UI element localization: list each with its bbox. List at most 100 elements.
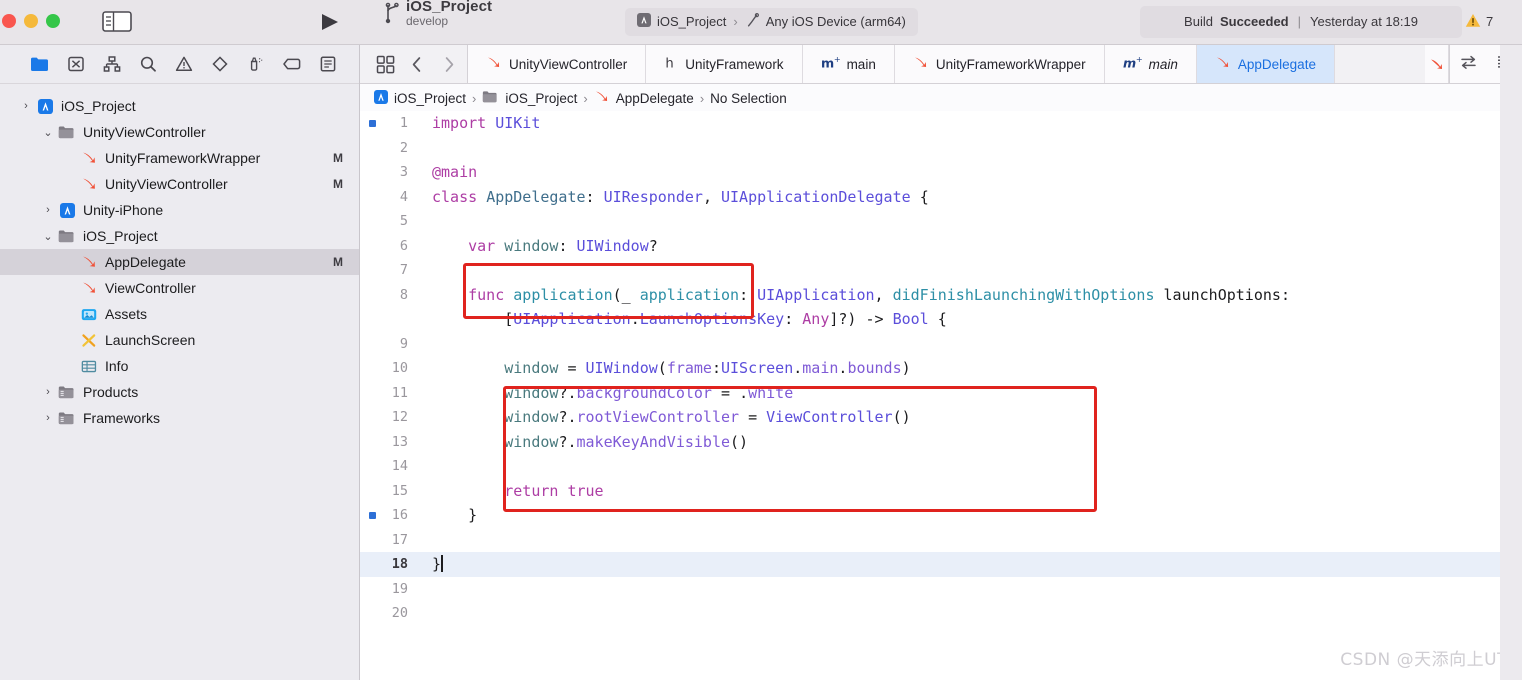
test-navigator-icon[interactable]	[202, 49, 238, 79]
code-line[interactable]: 5	[360, 209, 1522, 234]
warning-triangle-icon	[1465, 13, 1481, 31]
breakpoint-navigator-icon[interactable]	[274, 49, 310, 79]
navigator-item-unityviewcontroller[interactable]: UnityViewController M	[0, 171, 359, 197]
code-line[interactable]: 19	[360, 577, 1522, 602]
disclosure-triangle[interactable]: ›	[40, 386, 56, 398]
window-traffic-lights[interactable]	[2, 13, 60, 28]
code-line[interactable]: 14	[360, 454, 1522, 479]
breadcrumb-item-3[interactable]: No Selection	[710, 91, 787, 106]
group-folder-icon	[56, 385, 78, 400]
code-line[interactable]: 3 @main	[360, 160, 1522, 185]
code-text: @main	[432, 163, 478, 181]
debug-navigator-icon[interactable]	[238, 49, 274, 79]
editor-tab-main[interactable]: m + main	[802, 45, 895, 83]
navigator-item-unityframeworkwrapper[interactable]: UnityFrameworkWrapper M	[0, 145, 359, 171]
navigator-item-products[interactable]: › Products	[0, 379, 359, 405]
code-line[interactable]: 16 }	[360, 503, 1522, 528]
disclosure-triangle[interactable]: ›	[18, 100, 34, 112]
code-line[interactable]: 6 var window: UIWindow?	[360, 234, 1522, 259]
swift-file-icon	[82, 152, 95, 163]
branch-indicator[interactable]: iOS_Project develop	[384, 0, 492, 29]
code-line[interactable]: 9	[360, 332, 1522, 357]
editor-tab-appdelegate[interactable]: AppDelegate	[1196, 45, 1335, 83]
chevron-left-icon[interactable]	[402, 51, 432, 77]
svg-text:+: +	[1135, 55, 1141, 64]
disclosure-triangle[interactable]: ⌄	[40, 126, 56, 139]
code-line[interactable]: 20	[360, 601, 1522, 626]
breadcrumb-item-0[interactable]: iOS_Project	[374, 89, 466, 107]
disclosure-triangle[interactable]: ⌄	[40, 230, 56, 243]
editor-tab-unityviewcontroller[interactable]: UnityViewController	[468, 45, 647, 83]
minimize-button[interactable]	[24, 13, 38, 28]
navigator-item-launchscreen[interactable]: LaunchScreen	[0, 327, 359, 353]
breadcrumb-separator: ›	[699, 90, 705, 106]
navigator-item-frameworks[interactable]: › Frameworks	[0, 405, 359, 431]
editor-tab-unityframeworkwrapper[interactable]: UnityFrameworkWrapper	[894, 45, 1105, 83]
code-line[interactable]: 12 window?.rootViewController = ViewCont…	[360, 405, 1522, 430]
navigator-file-tree: › iOS_Project ⌄ UnityViewController UnityFra…	[0, 84, 359, 431]
breadcrumb-item-1[interactable]: iOS_Project	[482, 90, 577, 107]
navigator-item-unityviewcontroller[interactable]: ⌄ UnityViewController	[0, 119, 359, 145]
source-code[interactable]: 1 import UIKit 2 3 @main 4 class AppDelegate: …	[360, 111, 1522, 626]
code-text: class AppDelegate: UIResponder, UIApplic…	[432, 187, 929, 206]
disclosure-triangle[interactable]: ›	[40, 204, 56, 216]
related-items-icon[interactable]	[1459, 54, 1478, 74]
line-number: 16	[391, 507, 408, 523]
code-line[interactable]: 13 window?.makeKeyAndVisible()	[360, 430, 1522, 455]
objc-file-icon: m +	[1123, 54, 1143, 70]
svg-text:m: m	[821, 55, 834, 70]
disclosure-triangle[interactable]: ›	[40, 412, 56, 424]
build-status-bar[interactable]: Build Succeeded | Yesterday at 18:19	[1140, 5, 1462, 38]
code-line[interactable]: 7	[360, 258, 1522, 283]
symbol-navigator-icon[interactable]	[94, 49, 130, 79]
tab-overflow-clip[interactable]	[1425, 45, 1449, 83]
navigator-item-ios-project[interactable]: ⌄ iOS_Project	[0, 223, 359, 249]
line-number: 11	[391, 384, 408, 401]
svg-text:m: m	[1123, 55, 1136, 70]
xcode-project-icon	[37, 98, 53, 114]
source-control-navigator-icon[interactable]	[58, 49, 94, 79]
project-navigator-icon[interactable]	[22, 49, 58, 79]
code-line[interactable]: [UIApplication.LaunchOptionsKey: Any]?) …	[360, 307, 1522, 332]
zoom-button[interactable]	[46, 13, 60, 28]
code-line[interactable]: 4 class AppDelegate: UIResponder, UIAppli…	[360, 185, 1522, 210]
chevron-right-icon[interactable]	[434, 51, 464, 77]
source-control-branch-icon	[384, 2, 400, 29]
code-line[interactable]: 15 return true	[360, 479, 1522, 504]
objc-file-icon: m +	[821, 54, 841, 74]
status-result: Succeeded	[1219, 14, 1289, 29]
navigator-item-viewcontroller[interactable]: ViewController	[0, 275, 359, 301]
breadcrumb-item-2[interactable]: AppDelegate	[594, 89, 694, 108]
find-navigator-icon[interactable]	[130, 49, 166, 79]
code-line[interactable]: 2	[360, 136, 1522, 161]
navigator-toolbar	[0, 45, 359, 84]
navigator-item-label: AppDelegate	[105, 254, 186, 270]
navigator-item-info[interactable]: Info	[0, 353, 359, 379]
editor-tab-main[interactable]: m + main	[1104, 45, 1197, 83]
navigator-item-assets[interactable]: Assets	[0, 301, 359, 327]
navigator-item-ios-project[interactable]: › iOS_Project	[0, 93, 359, 119]
close-button[interactable]	[2, 13, 16, 28]
code-line[interactable]: 8 func application(_ application: UIAppl…	[360, 283, 1522, 308]
issue-navigator-icon[interactable]	[166, 49, 202, 79]
tab-overview-icon[interactable]	[370, 51, 400, 77]
navigator-item-appdelegate[interactable]: AppDelegate M	[0, 249, 359, 275]
swift-file-icon	[914, 56, 926, 67]
code-line[interactable]: 1 import UIKit	[360, 111, 1522, 136]
code-line[interactable]: 18}	[360, 552, 1522, 577]
navigator-item-label: UnityViewController	[83, 124, 206, 140]
navigator-item-unity-iphone[interactable]: › Unity-iPhone	[0, 197, 359, 223]
folder-icon	[58, 230, 74, 242]
line-number: 10	[391, 360, 408, 376]
run-play-icon[interactable]	[318, 11, 342, 33]
sidebar-toggle-icon[interactable]	[102, 10, 133, 33]
scheme-destination-selector[interactable]: iOS_Project › Any iOS Device (arm64)	[625, 7, 918, 36]
editor-tab-unityframework[interactable]: h UnityFramework	[646, 45, 803, 83]
code-line[interactable]: 17	[360, 528, 1522, 553]
code-line[interactable]: 10 window = UIWindow(frame:UIScreen.main…	[360, 356, 1522, 381]
warning-count-group[interactable]: 7	[1465, 13, 1493, 31]
editor-tab-label: UnityFramework	[685, 56, 784, 72]
code-editor[interactable]: 1 import UIKit 2 3 @main 4 class AppDelegate: …	[360, 111, 1522, 680]
report-navigator-icon[interactable]	[310, 49, 346, 79]
code-line[interactable]: 11 window?.backgroundColor = .white	[360, 381, 1522, 406]
